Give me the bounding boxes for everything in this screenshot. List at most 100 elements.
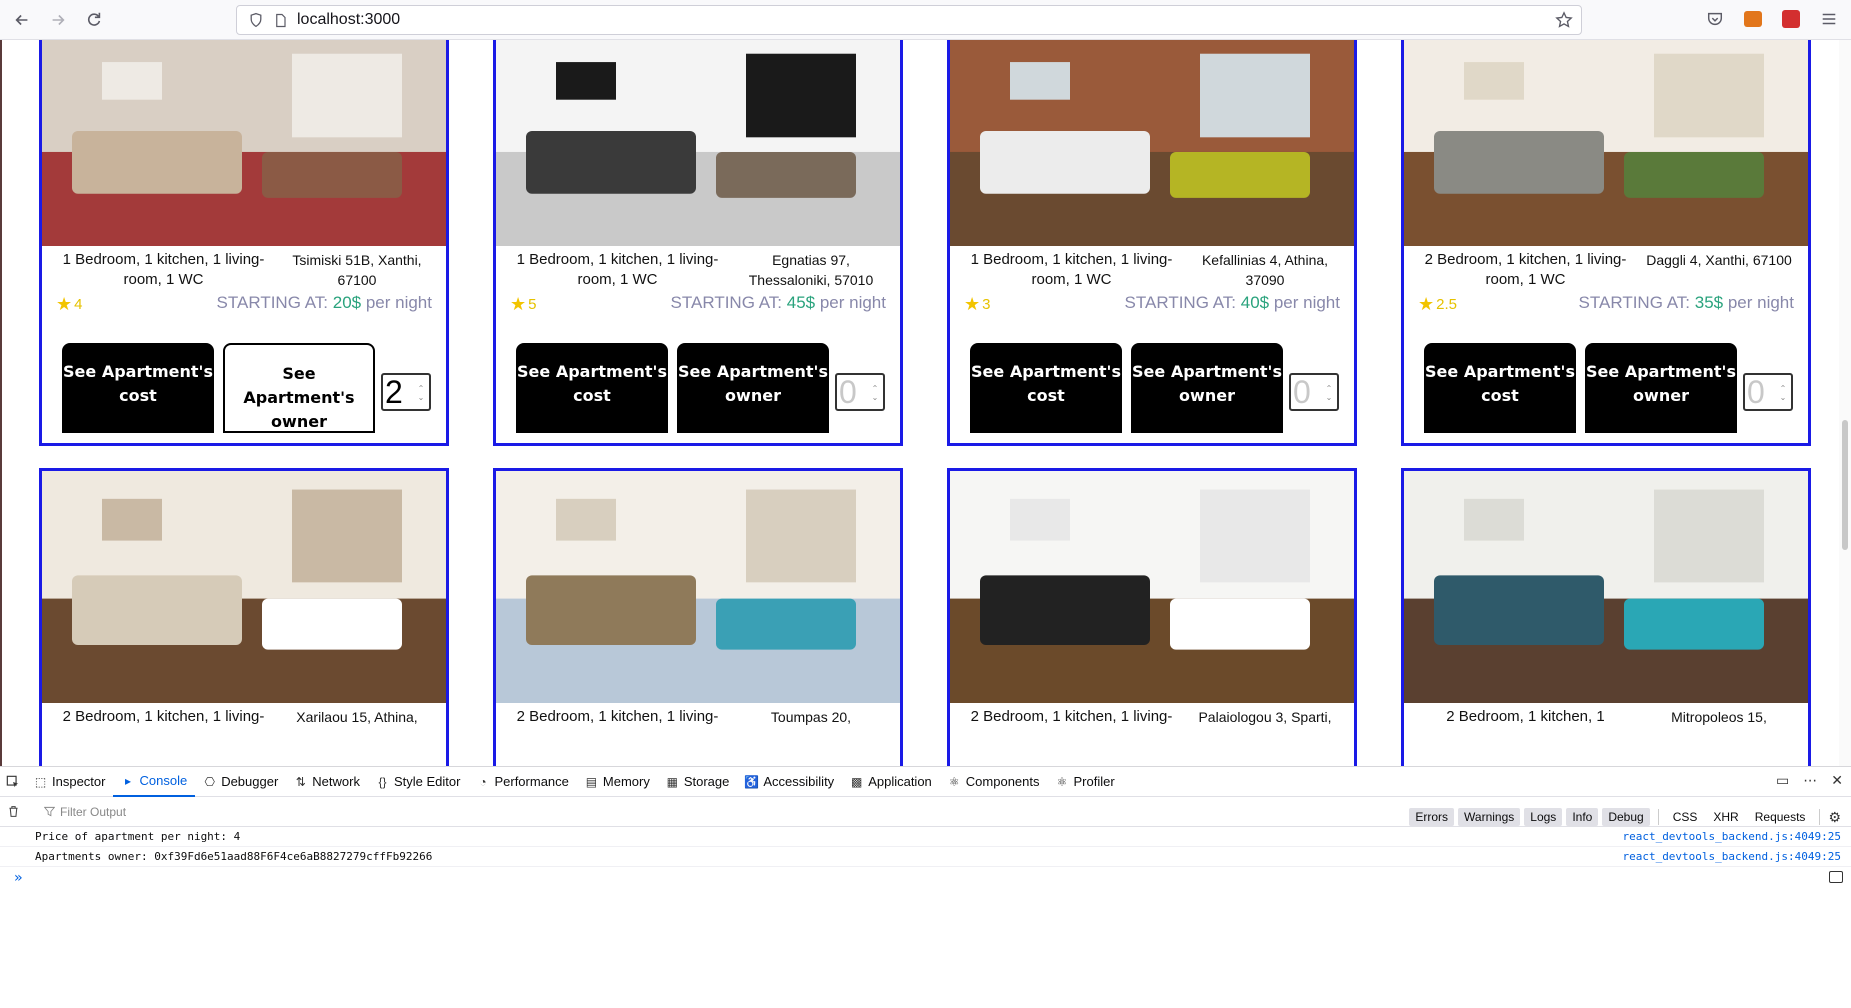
rating-value: 5: [528, 296, 537, 313]
see-cost-button[interactable]: See Apartment's cost: [62, 343, 214, 433]
filter-placeholder: Filter Output: [60, 804, 127, 819]
devtools-tabbar: ⬚ Inspector ▸ Console ⎔ Debugger ⇅ Network {} Sty…: [0, 767, 1851, 797]
forward-button[interactable]: [44, 6, 72, 34]
arrow-right-icon: [52, 14, 65, 25]
request-filter-xhr[interactable]: XHR: [1707, 808, 1744, 826]
devtools-tab-label: Profiler: [1073, 774, 1115, 789]
apartment-rating: ★ 4: [56, 294, 82, 315]
devtools-tab-profiler[interactable]: ⚛ Profiler: [1048, 767, 1123, 797]
element-picker-icon[interactable]: [0, 767, 26, 797]
see-owner-button[interactable]: See Apartment's owner: [223, 343, 375, 433]
shield-icon[interactable]: [247, 11, 265, 29]
accessibility-icon: ♿: [744, 774, 760, 789]
level-filter-logs[interactable]: Logs: [1524, 808, 1563, 826]
clear-console-icon[interactable]: [0, 805, 26, 818]
devtools-tab-network[interactable]: ⇅ Network: [286, 767, 368, 797]
console-icon: ▸: [124, 773, 131, 788]
metamask-extension-icon[interactable]: [1743, 8, 1763, 30]
filter-output-input[interactable]: Filter Output: [44, 805, 126, 819]
quantity-stepper[interactable]: 0 ⌃ ⌄: [835, 373, 885, 411]
apartment-price: STARTING AT: 20$ per night: [217, 293, 432, 313]
request-filter-css[interactable]: CSS: [1667, 808, 1704, 826]
level-filter-debug[interactable]: Debug: [1602, 808, 1650, 826]
see-cost-button[interactable]: See Apartment's cost: [1424, 343, 1576, 433]
see-cost-button[interactable]: See Apartment's cost: [516, 343, 668, 433]
apartment-card: 1 Bedroom, 1 kitchen, 1 living-room, 1 W…: [493, 40, 903, 446]
price-suffix: per night: [1723, 293, 1794, 312]
devtools-tab-accessibility[interactable]: ♿ Accessibility: [737, 767, 842, 797]
quantity-value: 0: [1747, 373, 1765, 410]
devtools-tab-style-editor[interactable]: {} Style Editor: [368, 767, 468, 797]
devtools-tab-label: Application: [868, 774, 932, 789]
hamburger-menu-icon[interactable]: [1819, 8, 1839, 30]
log-source-link[interactable]: react_devtools_backend.js:4049:25: [1622, 830, 1841, 843]
memory-icon: ▤: [585, 774, 598, 789]
devtools-tab-performance[interactable]: ◔ Performance: [468, 767, 576, 797]
apartment-rating: ★ 3: [964, 294, 990, 315]
quantity-stepper[interactable]: 2 ⌃ ⌄: [381, 373, 431, 411]
quantity-value: 0: [839, 373, 857, 410]
devtools-tab-console[interactable]: ▸ Console: [113, 767, 196, 797]
console-log-line: Price of apartment per night: 4 react_dev…: [0, 827, 1851, 847]
reload-button[interactable]: [80, 6, 108, 34]
log-source-link[interactable]: react_devtools_backend.js:4049:25: [1622, 850, 1841, 863]
level-filter-warnings[interactable]: Warnings: [1458, 808, 1521, 826]
log-message: Price of apartment per night: 4: [35, 830, 241, 843]
devtools-tab-label: Performance: [494, 774, 569, 789]
apartment-address: Palaiologou 3, Sparti,: [1198, 709, 1332, 725]
see-owner-button[interactable]: See Apartment's owner: [677, 343, 829, 433]
filter-icon: [44, 806, 55, 817]
apartment-card: 1 Bedroom, 1 kitchen, 1 living-room, 1 W…: [39, 40, 449, 446]
apartment-photo: [1404, 40, 1808, 246]
console-settings-icon[interactable]: ⚙: [1828, 809, 1841, 826]
inspector-icon: ⬚: [34, 774, 47, 789]
apartment-address: Mitropoleos 15,: [1671, 709, 1767, 725]
devtools-tab-label: Components: [965, 774, 1040, 789]
price-amount: 40$: [1240, 293, 1270, 312]
dock-side-icon[interactable]: ▭: [1776, 773, 1789, 789]
spinner-arrows-icon[interactable]: ⌃ ⌄: [1324, 384, 1334, 402]
extension-red-icon[interactable]: [1781, 8, 1801, 30]
more-options-icon[interactable]: ⋯: [1803, 773, 1817, 789]
devtools-tab-label: Memory: [602, 774, 650, 789]
price-prefix: STARTING AT:: [670, 293, 787, 312]
see-owner-button[interactable]: See Apartment's owner: [1585, 343, 1737, 433]
apartment-address: Tsimiski 51B, Xanthi, 67100: [292, 252, 422, 288]
quantity-stepper[interactable]: 0 ⌃ ⌄: [1743, 373, 1793, 411]
devtools-tab-inspector[interactable]: ⬚ Inspector: [26, 767, 113, 797]
spinner-arrows-icon[interactable]: ⌃ ⌄: [870, 384, 880, 402]
see-cost-button[interactable]: See Apartment's cost: [970, 343, 1122, 433]
spinner-arrows-icon[interactable]: ⌃ ⌄: [1778, 384, 1788, 402]
price-prefix: STARTING AT:: [1124, 293, 1241, 312]
page-scrollbar[interactable]: [1839, 40, 1851, 766]
price-amount: 35$: [1694, 293, 1724, 312]
network-icon: ⇅: [295, 774, 306, 789]
console-input[interactable]: »: [0, 867, 1851, 889]
back-button[interactable]: [8, 6, 36, 34]
devtools-tab-debugger[interactable]: ⎔ Debugger: [195, 767, 286, 797]
devtools-tab-label: Network: [312, 774, 360, 789]
pocket-icon[interactable]: [1705, 8, 1725, 30]
request-filter-requests[interactable]: Requests: [1749, 808, 1812, 826]
address-bar[interactable]: localhost:3000: [236, 5, 1582, 35]
close-devtools-icon[interactable]: ✕: [1831, 773, 1843, 789]
log-level-filters: Errors Warnings Logs Info Debug CSS XHR Request…: [1409, 808, 1841, 826]
quantity-stepper[interactable]: 0 ⌃ ⌄: [1289, 373, 1339, 411]
apartment-description: 1 Bedroom, 1 kitchen, 1 living-room, 1 W…: [516, 251, 719, 288]
spinner-arrows-icon[interactable]: ⌃ ⌄: [416, 384, 426, 402]
see-owner-button[interactable]: See Apartment's owner: [1131, 343, 1283, 433]
level-filter-info[interactable]: Info: [1566, 808, 1599, 826]
scrollbar-thumb[interactable]: [1842, 420, 1848, 550]
devtools-tab-components[interactable]: ⚛ Components: [940, 767, 1048, 797]
apartment-photo: [950, 471, 1354, 703]
devtools-tab-storage[interactable]: ▦ Storage: [658, 767, 738, 797]
level-filter-errors[interactable]: Errors: [1409, 808, 1455, 826]
page-viewport: 1 Bedroom, 1 kitchen, 1 living-room, 1 W…: [0, 40, 1851, 766]
split-console-icon[interactable]: [1829, 871, 1843, 883]
rating-value: 4: [74, 296, 83, 313]
quantity-value: 0: [1293, 373, 1311, 410]
rating-star-icon: ★: [56, 294, 73, 314]
devtools-tab-application[interactable]: ▩ Application: [842, 767, 940, 797]
bookmark-star-icon[interactable]: [1555, 11, 1573, 29]
devtools-tab-memory[interactable]: ▤ Memory: [577, 767, 658, 797]
